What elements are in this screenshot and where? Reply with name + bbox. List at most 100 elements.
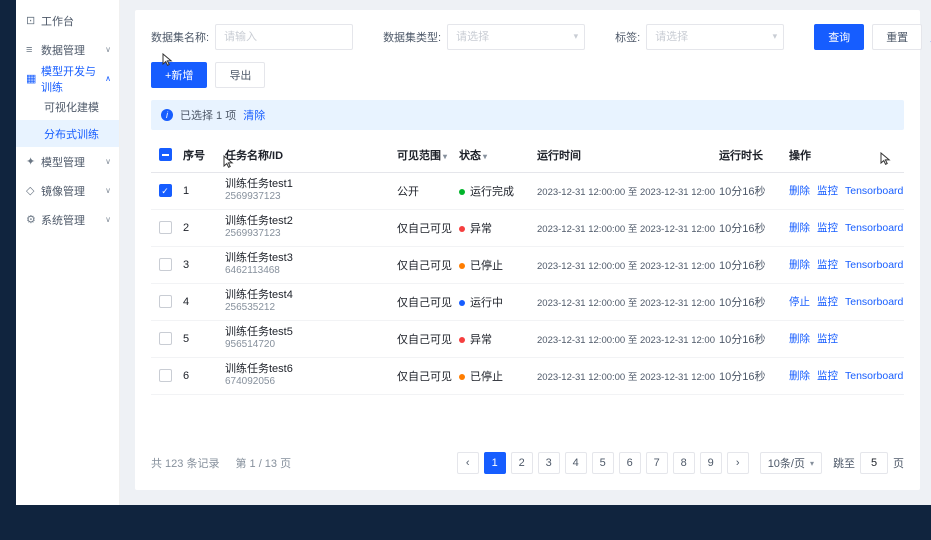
col-header-time: 运行时间 xyxy=(533,138,715,172)
tensorboard-action[interactable]: Tensorboard xyxy=(845,222,903,234)
task-id: 256535212 xyxy=(225,302,389,314)
run-duration: 10分16秒 xyxy=(715,246,785,283)
sidebar-item-model-management[interactable]: ✦ 模型管理 ∨ xyxy=(16,147,119,176)
status-dot xyxy=(459,300,465,306)
col-header-scope[interactable]: 可见范围▾ xyxy=(393,138,455,172)
selection-count-text: 已选择 1 项 xyxy=(180,107,236,123)
page-button-1[interactable]: 1 xyxy=(484,452,506,474)
info-icon: i xyxy=(161,109,173,121)
type-filter-label: 数据集类型: xyxy=(383,29,441,45)
chevron-down-icon: ▾ xyxy=(773,31,778,42)
chevron-down-icon: ▾ xyxy=(810,459,814,468)
row-index: 2 xyxy=(179,209,221,246)
run-time: 2023-12-31 12:00:00 至 2023-12-31 12:00:0… xyxy=(533,320,715,357)
export-button[interactable]: 导出 xyxy=(215,62,265,88)
sidebar-item-system-management[interactable]: ⚙ 系统管理 ∨ xyxy=(16,205,119,234)
tag-filter-select[interactable] xyxy=(646,24,784,50)
chevron-down-icon: ∨ xyxy=(105,45,111,54)
name-filter-input[interactable] xyxy=(215,24,353,50)
status-text: 已停止 xyxy=(470,260,503,272)
run-time: 2023-12-31 12:00:00 至 2023-12-31 12:00:0… xyxy=(533,209,715,246)
next-page-button[interactable]: › xyxy=(727,452,749,474)
col-header-status[interactable]: 状态▾ xyxy=(455,138,533,172)
page-size-value: 10条/页 xyxy=(768,455,805,471)
task-id: 2569937123 xyxy=(225,228,389,240)
select-all-checkbox[interactable] xyxy=(159,148,172,161)
type-filter-select[interactable] xyxy=(447,24,585,50)
sidebar-item-workbench[interactable]: ⊡ 工作台 xyxy=(16,6,119,35)
page-button-4[interactable]: 4 xyxy=(565,452,587,474)
left-rail xyxy=(0,0,16,505)
jump-page-input[interactable] xyxy=(860,452,888,474)
task-name[interactable]: 训练任务test4 xyxy=(225,289,389,302)
delete-action[interactable]: 删除 xyxy=(789,185,810,197)
table-row: 4 训练任务test4 256535212 仅自己可见 运行中 2023-12-… xyxy=(151,283,904,320)
page-button-7[interactable]: 7 xyxy=(646,452,668,474)
sidebar-item-image-management[interactable]: ◇ 镜像管理 ∨ xyxy=(16,176,119,205)
chevron-down-icon: ∨ xyxy=(105,186,111,195)
status-dot xyxy=(459,374,465,380)
page-button-9[interactable]: 9 xyxy=(700,452,722,474)
page-button-3[interactable]: 3 xyxy=(538,452,560,474)
filter-bar: 数据集名称: 数据集类型: ▾ 标签: ▾ xyxy=(151,24,904,50)
tensorboard-action[interactable]: Tensorboard xyxy=(845,370,903,382)
status-dot xyxy=(459,337,465,343)
delete-action[interactable]: 删除 xyxy=(789,370,810,382)
page-button-2[interactable]: 2 xyxy=(511,452,533,474)
sidebar-item-data-management[interactable]: ≡ 数据管理 ∨ xyxy=(16,35,119,64)
stop-action[interactable]: 停止 xyxy=(789,296,810,308)
page-button-8[interactable]: 8 xyxy=(673,452,695,474)
monitor-action[interactable]: 监控 xyxy=(817,333,838,345)
page-button-6[interactable]: 6 xyxy=(619,452,641,474)
task-name[interactable]: 训练任务test6 xyxy=(225,363,389,376)
page-size-select[interactable]: 10条/页 ▾ xyxy=(760,452,822,474)
reset-button[interactable]: 重置 xyxy=(872,24,922,50)
monitor-action[interactable]: 监控 xyxy=(817,185,838,197)
monitor-action[interactable]: 监控 xyxy=(817,370,838,382)
search-button[interactable]: 查询 xyxy=(814,24,864,50)
status-text: 已停止 xyxy=(470,371,503,383)
run-time: 2023-12-31 12:00:00 至 2023-12-31 12:00:0… xyxy=(533,283,715,320)
sidebar-item-distributed-training[interactable]: 分布式训练 xyxy=(16,120,119,147)
tensorboard-action[interactable]: Tensorboard xyxy=(845,296,903,308)
prev-page-button[interactable]: ‹ xyxy=(457,452,479,474)
row-checkbox[interactable] xyxy=(159,258,172,271)
delete-action[interactable]: 删除 xyxy=(789,333,810,345)
sidebar-item-visual-modeling[interactable]: 可视化建模 xyxy=(16,93,119,120)
sidebar-item-label: 工作台 xyxy=(41,13,74,29)
task-name[interactable]: 训练任务test2 xyxy=(225,215,389,228)
row-checkbox[interactable] xyxy=(159,369,172,382)
table-row: ✓ 1 训练任务test1 2569937123 公开 运行完成 2023-12… xyxy=(151,172,904,209)
content-card: 数据集名称: 数据集类型: ▾ 标签: ▾ xyxy=(135,10,920,490)
jump-suffix: 页 xyxy=(893,455,904,471)
sidebar-item-label: 系统管理 xyxy=(41,212,85,228)
shield-icon: ✦ xyxy=(26,155,41,168)
filter-buttons: 查询 重置 展开 xyxy=(814,24,931,50)
task-name[interactable]: 训练任务test3 xyxy=(225,252,389,265)
clear-selection-link[interactable]: 清除 xyxy=(243,107,265,123)
row-checkbox[interactable] xyxy=(159,295,172,308)
task-name[interactable]: 训练任务test5 xyxy=(225,326,389,339)
main-area: 数据集名称: 数据集类型: ▾ 标签: ▾ xyxy=(120,0,931,505)
page-button-5[interactable]: 5 xyxy=(592,452,614,474)
tensorboard-action[interactable]: Tensorboard xyxy=(845,185,903,197)
row-checkbox[interactable] xyxy=(159,332,172,345)
monitor-action[interactable]: 监控 xyxy=(817,222,838,234)
monitor-action[interactable]: 监控 xyxy=(817,296,838,308)
sidebar-item-model-dev-training[interactable]: ▦ 模型开发与训练 ∧ xyxy=(16,64,119,93)
delete-action[interactable]: 删除 xyxy=(789,222,810,234)
add-button[interactable]: +新增 xyxy=(151,62,207,88)
row-checkbox[interactable]: ✓ xyxy=(159,184,172,197)
row-checkbox[interactable] xyxy=(159,221,172,234)
row-index: 3 xyxy=(179,246,221,283)
delete-action[interactable]: 删除 xyxy=(789,259,810,271)
scope-cell: 仅自己可见 xyxy=(393,357,455,394)
database-icon: ≡ xyxy=(26,44,41,56)
task-name[interactable]: 训练任务test1 xyxy=(225,178,389,191)
col-header-no: 序号 xyxy=(179,138,221,172)
tensorboard-action[interactable]: Tensorboard xyxy=(845,259,903,271)
app-window: ⊡ 工作台 ≡ 数据管理 ∨ ▦ 模型开发与训练 ∧ 可视化建模 分布式训练 ✦… xyxy=(0,0,931,505)
run-time: 2023-12-31 12:00:00 至 2023-12-31 12:00:0… xyxy=(533,172,715,209)
monitor-action[interactable]: 监控 xyxy=(817,259,838,271)
status-text: 运行完成 xyxy=(470,186,514,198)
